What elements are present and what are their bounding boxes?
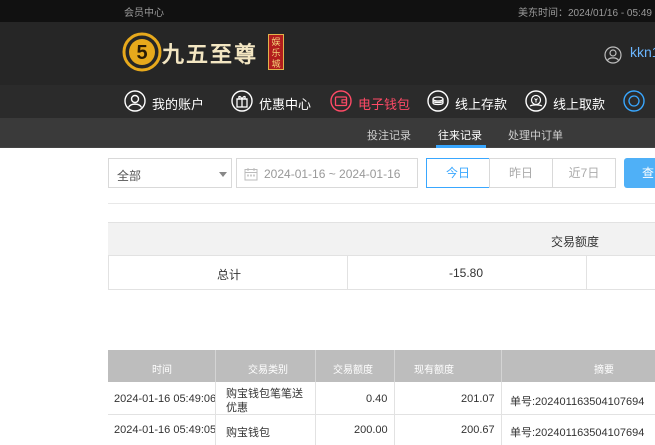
section-divider	[108, 203, 655, 204]
col-amount: 交易额度	[333, 365, 373, 376]
cell-divider	[394, 415, 395, 445]
cell-amount: 0.40	[366, 393, 388, 405]
member-center-link[interactable]: 会员中心	[124, 4, 164, 19]
col-divider	[315, 350, 316, 382]
yesterday-button[interactable]: 昨日	[489, 158, 553, 188]
col-divider	[215, 350, 216, 382]
eastern-time-display: 美东时间：2024/01/16 - 05:49	[518, 8, 652, 19]
chevron-down-icon	[219, 172, 227, 177]
col-divider	[394, 350, 395, 382]
main-nav: 我的账户 优惠中心 电子钱包 线上存款 线上取款	[0, 85, 655, 118]
more-icon	[623, 90, 645, 112]
cell-balance: 200.67	[461, 424, 495, 436]
nav-label: 电子钱包	[358, 97, 411, 112]
summary-header: 交易额度	[108, 222, 655, 255]
tab-pending-orders[interactable]: 处理中订单	[508, 127, 563, 143]
sub-nav: 投注记录 往来记录 处理中订单	[0, 118, 655, 148]
select-value: 全部	[117, 169, 142, 183]
col-time: 时间	[152, 365, 172, 376]
search-button[interactable]: 查询	[624, 158, 655, 188]
last-7-days-button[interactable]: 近7日	[552, 158, 616, 188]
cell-divider	[215, 382, 216, 415]
cell-divider	[394, 382, 395, 415]
table-row: 2024-01-16 05:49:05 购宝钱包 200.00 200.67 单…	[108, 415, 655, 445]
nav-label: 线上存款	[455, 97, 508, 112]
deposit-icon	[427, 90, 449, 112]
summary-header-label: 交易额度	[551, 235, 600, 249]
col-divider	[501, 350, 502, 382]
col-balance: 现有额度	[414, 365, 454, 376]
summary-total-amount: -15.80	[449, 266, 484, 280]
summary-row: 总计 -15.80	[108, 255, 655, 290]
withdraw-icon	[525, 90, 547, 112]
cell-summary: 单号:202401163504107694	[510, 396, 645, 408]
today-button[interactable]: 今日	[426, 158, 490, 188]
table-row: 2024-01-16 05:49:06 购宝钱包笔笔送 优惠 0.40 201.…	[108, 382, 655, 415]
tab-transaction-records[interactable]: 往来记录	[438, 127, 482, 143]
username: kkn1	[630, 44, 655, 60]
calendar-icon	[244, 168, 258, 181]
transaction-type-select[interactable]: 全部	[108, 158, 232, 188]
tab-bet-records[interactable]: 投注记录	[367, 127, 411, 143]
col-category: 交易类别	[248, 365, 288, 376]
active-tab-indicator	[436, 145, 486, 148]
top-strip: 会员中心 美东时间：2024/01/16 - 05:49	[0, 0, 655, 22]
cell-divider	[215, 415, 216, 445]
cell-divider	[315, 415, 316, 445]
user-icon	[604, 46, 622, 64]
user-circle-icon	[124, 90, 146, 112]
nav-label: 我的账户	[152, 97, 205, 112]
brand-seal: 娱乐城	[268, 34, 284, 70]
nav-label: 线上取款	[553, 97, 606, 112]
date-range-value: 2024-01-16 ~ 2024-01-16	[264, 167, 401, 181]
cell-category-line2: 优惠	[226, 402, 248, 414]
cell-category-line1: 购宝钱包	[226, 427, 270, 439]
cell-time: 2024-01-16 05:49:05	[114, 424, 217, 436]
nav-label: 优惠中心	[259, 97, 312, 112]
cell-divider	[501, 382, 502, 415]
cell-divider	[315, 382, 316, 415]
cell-amount: 200.00	[354, 424, 388, 436]
cell-time: 2024-01-16 05:49:06	[114, 393, 217, 405]
col-summary: 摘要	[594, 365, 614, 376]
cell-divider	[501, 415, 502, 445]
cell-summary: 单号:202401163504107694	[510, 427, 645, 439]
wallet-icon	[330, 90, 352, 112]
date-range-input[interactable]: 2024-01-16 ~ 2024-01-16	[236, 158, 418, 188]
svg-text:5: 5	[136, 42, 147, 64]
logo-emblem-icon: 5	[122, 32, 162, 72]
table-header: 时间 交易类别 交易额度 现有额度 摘要	[108, 350, 655, 382]
brand-name: 九五至尊	[162, 42, 259, 67]
cell-divider	[586, 256, 587, 289]
site-header: 5 九五至尊 娱乐城 kkn1	[0, 22, 655, 85]
cell-divider	[347, 256, 348, 289]
gift-icon	[231, 90, 253, 112]
summary-total-label: 总计	[217, 268, 242, 282]
cell-balance: 201.07	[461, 393, 495, 405]
